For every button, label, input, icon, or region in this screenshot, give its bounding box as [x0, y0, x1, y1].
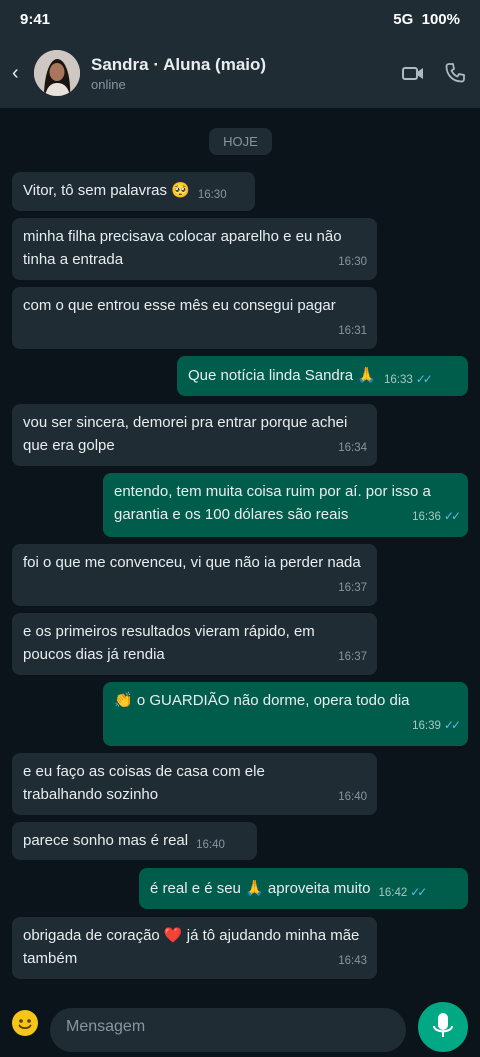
read-receipt-icon: ✓✓ — [443, 718, 461, 732]
message-time: 16:37 — [338, 582, 367, 594]
message-incoming[interactable]: com o que entrou esse mês eu consegui pa… — [12, 287, 377, 349]
message-text: e eu faço as coisas de casa com ele trab… — [23, 763, 265, 803]
message-input[interactable]: Mensagem — [50, 1008, 406, 1052]
message-meta: 16:36 ✓✓ — [412, 505, 461, 529]
avatar[interactable] — [34, 50, 80, 96]
message-time: 16:40 — [338, 791, 367, 803]
message-time: 16:39 — [412, 720, 441, 732]
message-text: é real e é seu 🙏 aproveita muito — [150, 880, 371, 897]
composer-bar: Mensagem — [0, 996, 480, 1052]
message-list[interactable]: HOJE Vitor, tô sem palavras 🥺 16:30 minha… — [0, 108, 480, 996]
message-text: vou ser sincera, demorei pra entrar porq… — [23, 414, 348, 454]
message-incoming[interactable]: obrigada de coração ❤️ já tô ajudando mi… — [12, 917, 377, 979]
contact-name[interactable]: Sandra · Aluna (maio) — [91, 55, 266, 75]
message-time: 16:33 — [383, 374, 413, 386]
message-incoming[interactable]: parece sonho mas é real 16:40 — [12, 822, 257, 860]
message-incoming[interactable]: foi o que me convenceu, vi que não ia pe… — [12, 544, 377, 606]
message-outgoing[interactable]: 👏 o GUARDIÃO não dorme, opera todo dia 1… — [103, 682, 468, 746]
message-time: 16:42 — [378, 887, 408, 899]
message-text: entendo, tem muita coisa ruim por aí. po… — [114, 483, 431, 523]
presence-status: online — [91, 77, 126, 92]
read-receipt-icon: ✓✓ — [415, 372, 433, 386]
message-meta: 16:39 ✓✓ — [412, 714, 461, 738]
date-chip: HOJE — [209, 128, 272, 155]
message-time: 16:43 — [338, 955, 367, 967]
status-time: 9:41 — [20, 11, 51, 28]
message-meta: 16:42 ✓✓ — [378, 885, 427, 899]
message-incoming[interactable]: e eu faço as coisas de casa com ele trab… — [12, 753, 377, 815]
message-incoming[interactable]: minha filha precisava colocar aparelho e… — [12, 218, 377, 280]
read-receipt-icon: ✓✓ — [410, 885, 427, 899]
message-incoming[interactable]: e os primeiros resultados vieram rápido,… — [12, 613, 377, 675]
back-icon[interactable]: ‹ — [12, 62, 19, 85]
avatar-image — [34, 50, 80, 96]
video-call-icon[interactable] — [402, 62, 424, 89]
emoji-icon[interactable] — [12, 1010, 38, 1036]
message-text: com o que entrou esse mês eu consegui pa… — [23, 297, 336, 314]
battery-level: 100% — [421, 11, 460, 28]
message-text: Que notícia linda Sandra 🙏 — [188, 367, 376, 384]
message-time: 16:31 — [338, 325, 367, 337]
mic-icon[interactable] — [418, 1002, 468, 1052]
message-time: 16:34 — [338, 442, 367, 454]
message-meta: 16:33 ✓✓ — [383, 372, 433, 386]
message-incoming[interactable]: Vitor, tô sem palavras 🥺 16:30 — [12, 172, 255, 211]
message-time: 16:30 — [338, 256, 367, 268]
status-bar: 9:41 5G 100% — [0, 0, 480, 40]
message-outgoing[interactable]: é real e é seu 🙏 aproveita muito 16:42 ✓✓ — [139, 868, 468, 909]
message-incoming[interactable]: vou ser sincera, demorei pra entrar porq… — [12, 404, 377, 466]
chat-header: ‹ Sandra · Aluna (maio) online — [0, 40, 480, 108]
message-outgoing[interactable]: entendo, tem muita coisa ruim por aí. po… — [103, 473, 468, 537]
message-text: minha filha precisava colocar aparelho e… — [23, 228, 342, 268]
message-text: foi o que me convenceu, vi que não ia pe… — [23, 554, 361, 571]
message-time: 16:36 — [412, 511, 441, 523]
status-network: 5G 100% — [393, 11, 460, 28]
message-text: e os primeiros resultados vieram rápido,… — [23, 623, 315, 663]
network-type: 5G — [393, 11, 414, 28]
phone-icon[interactable] — [444, 62, 466, 89]
message-outgoing[interactable]: Que notícia linda Sandra 🙏 16:33 ✓✓ — [177, 356, 468, 396]
message-text: parece sonho mas é real — [23, 832, 189, 849]
read-receipt-icon: ✓✓ — [443, 509, 461, 523]
message-text: 👏 o GUARDIÃO não dorme, opera todo dia — [114, 692, 410, 709]
message-text: obrigada de coração ❤️ já tô ajudando mi… — [23, 927, 360, 967]
message-time: 16:30 — [197, 189, 227, 201]
message-time: 16:37 — [338, 651, 367, 663]
message-text: Vitor, tô sem palavras 🥺 — [23, 182, 190, 199]
message-time: 16:40 — [196, 839, 225, 851]
